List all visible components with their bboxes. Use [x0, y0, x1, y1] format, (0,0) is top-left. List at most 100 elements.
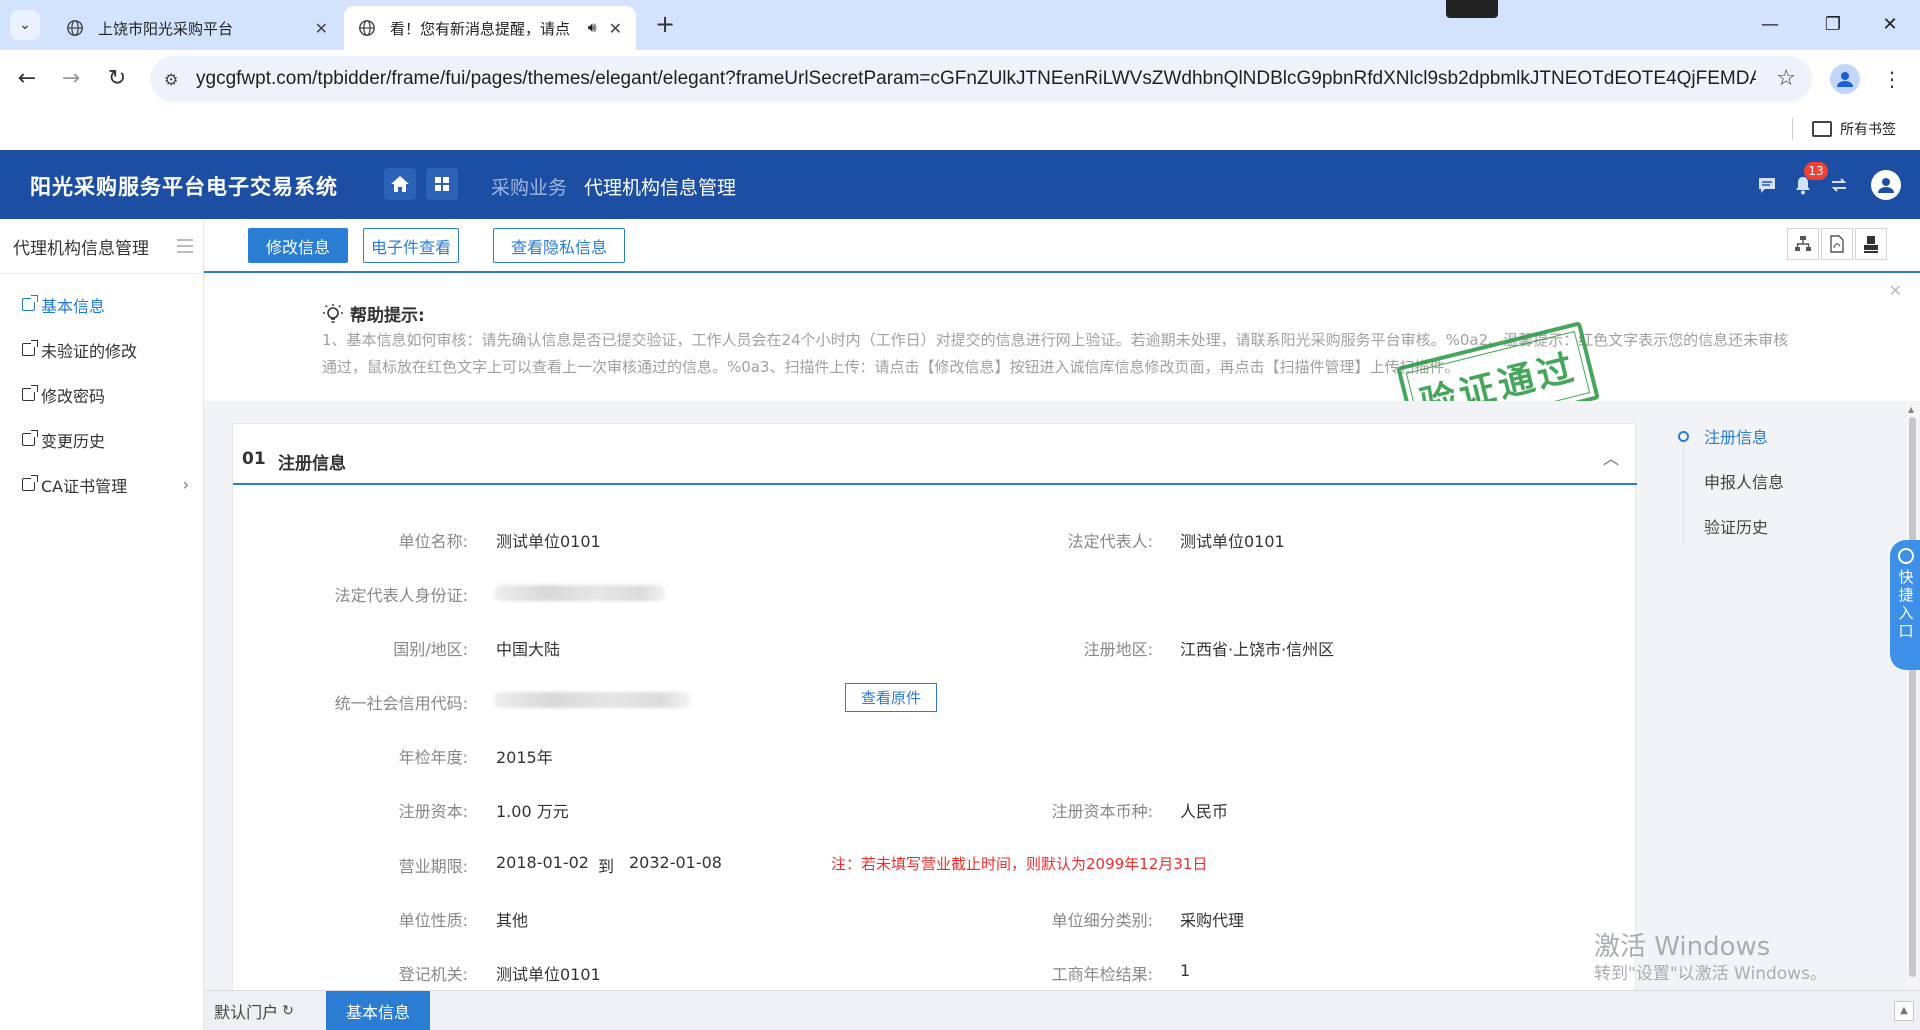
anchor-applicant-info[interactable]: 申报人信息 [1704, 469, 1784, 493]
help-tip-panel: ✕ 帮助提示: 1、基本信息如何审核：请先确认信息是否已提交验证，工作人员会在2… [204, 273, 1920, 401]
field-label: 统一社会信用代码: [334, 694, 468, 713]
all-bookmarks-label: 所有书签 [1840, 122, 1896, 138]
forward-button[interactable]: → [56, 64, 86, 94]
inspect-year-value: 2015年 [496, 748, 553, 767]
sidebar-header: 代理机构信息管理 [0, 219, 203, 274]
tab-search-button[interactable]: ⌄ [10, 10, 40, 40]
sidebar-item-change-history[interactable]: 变更历史 [0, 417, 203, 462]
sidebar-item-label: 修改密码 [41, 386, 106, 406]
active-dot-icon [1678, 431, 1689, 442]
window-close-button[interactable]: ✕ [1870, 10, 1910, 40]
external-link-icon [22, 475, 38, 491]
field-label: 单位名称: [398, 532, 468, 551]
restore-button[interactable]: ❐ [1813, 10, 1853, 40]
vertical-scrollbar[interactable]: ▲ [1907, 405, 1918, 985]
reg-capital-value: 1.00 万元 [496, 802, 569, 821]
close-icon[interactable]: ✕ [315, 19, 328, 38]
home-icon [391, 176, 409, 192]
refresh-icon[interactable]: ↻ [282, 1003, 294, 1019]
external-link-icon [22, 295, 38, 311]
edit-info-button[interactable]: 修改信息 [248, 228, 348, 263]
address-toolbar: ← → ↻ ⚙ ygcgfwpt.com/tpbidder/frame/fui/… [0, 50, 1920, 108]
lightbulb-icon [323, 303, 343, 323]
tab-default-portal[interactable]: 默认门户 ↻ [204, 991, 304, 1030]
compass-icon [1898, 548, 1914, 564]
expand-icon[interactable]: ▲ [1894, 1001, 1914, 1021]
field-label: 登记机关: [398, 965, 468, 984]
tab-title: 看！您有新消息提醒，请点 [390, 19, 571, 38]
reg-region-value: 江西省·上饶市·信州区 [1180, 640, 1335, 659]
nav-procurement[interactable]: 采购业务 [491, 173, 567, 200]
field-label: 国别/地区: [393, 640, 468, 659]
view-privacy-button[interactable]: 查看隐私信息 [493, 228, 625, 263]
url-text[interactable]: ygcgfwpt.com/tpbidder/frame/fui/pages/th… [196, 68, 1756, 90]
sidebar-item-label: 基本信息 [41, 296, 106, 316]
section-header[interactable]: 01 注册信息 ︿ [233, 424, 1637, 485]
home-button[interactable] [384, 168, 416, 200]
scroll-up-icon[interactable]: ▲ [1908, 405, 1914, 414]
globe-icon [67, 20, 83, 36]
help-tip-heading: 帮助提示: [350, 306, 425, 326]
masked-credit-code-value [494, 692, 690, 708]
stamp-tool-icon [1864, 236, 1878, 253]
menu-collapse-icon[interactable] [177, 239, 193, 257]
user-avatar[interactable] [1871, 170, 1901, 200]
view-original-button[interactable]: 查看原件 [845, 683, 937, 712]
globe-icon [359, 20, 375, 36]
masked-id-value [494, 585, 666, 601]
windows-activation-title: 激活 Windows [1594, 932, 1771, 962]
minimize-button[interactable]: — [1750, 10, 1790, 40]
scrollbar-thumb[interactable] [1909, 417, 1916, 977]
profile-avatar[interactable] [1830, 64, 1860, 94]
field-label: 单位性质: [398, 911, 468, 930]
chevron-up-icon[interactable]: ︿ [1603, 445, 1619, 469]
sidebar-item-unverified-changes[interactable]: 未验证的修改 [0, 327, 203, 372]
field-label: 注册资本: [398, 802, 468, 821]
sidebar-item-basic-info[interactable]: 基本信息 [0, 282, 203, 327]
all-bookmarks-button[interactable]: 所有书签 [1812, 116, 1896, 142]
field-label: 工商年检结果: [1051, 965, 1153, 984]
browser-tab-strip: ⌄ 上饶市阳光采购平台 ✕ 看！您有新消息提醒，请点 🔊︎ ✕ + — ❐ ✕ [0, 0, 1920, 50]
browser-tab-1[interactable]: 上饶市阳光采购平台 ✕ [52, 6, 342, 50]
switch-button[interactable] [1826, 172, 1852, 198]
chevron-right-icon: › [182, 475, 189, 494]
quick-entry-button[interactable]: 快捷入口 [1890, 540, 1920, 670]
person-icon [1837, 72, 1853, 87]
divider [1683, 434, 1684, 544]
external-link-icon [22, 430, 38, 446]
anchor-verify-history[interactable]: 验证历史 [1704, 514, 1768, 538]
back-button[interactable]: ← [12, 64, 42, 94]
message-button[interactable] [1754, 172, 1780, 198]
sidebar-item-change-password[interactable]: 修改密码 [0, 372, 203, 417]
browser-tab-2[interactable]: 看！您有新消息提醒，请点 🔊︎ ✕ [344, 6, 636, 50]
url-bar[interactable]: ⚙ ygcgfwpt.com/tpbidder/frame/fui/pages/… [150, 56, 1812, 102]
reload-button[interactable]: ↻ [102, 64, 132, 94]
windows-activation-subtitle: 转到"设置"以激活 Windows。 [1594, 964, 1827, 984]
efile-view-button[interactable]: 电子件查看 [363, 228, 459, 263]
browser-menu-button[interactable]: ⋮ [1882, 64, 1902, 94]
close-icon[interactable]: ✕ [609, 19, 622, 38]
switch-icon [1831, 178, 1847, 192]
pdf-export-button[interactable] [1821, 228, 1853, 260]
apps-button[interactable] [426, 168, 458, 200]
bookmark-star-icon[interactable]: ☆ [1776, 66, 1796, 91]
print-button[interactable] [1855, 228, 1887, 260]
speaker-icon[interactable]: 🔊︎ [588, 20, 597, 36]
sidebar-item-ca-cert[interactable]: CA证书管理 › [0, 462, 203, 507]
unit-name-value: 测试单位0101 [496, 532, 601, 551]
tab-basic-info[interactable]: 基本信息 [326, 991, 430, 1030]
new-tab-button[interactable]: + [650, 10, 680, 40]
biz-start-value: 2018-01-02 [496, 853, 589, 872]
annual-result-value: 1 [1180, 961, 1191, 980]
anchor-registration-info[interactable]: 注册信息 [1704, 424, 1768, 448]
user-icon [1878, 178, 1894, 193]
field-label: 注册地区: [1083, 640, 1153, 659]
close-icon[interactable]: ✕ [1889, 281, 1902, 300]
nav-agency-info[interactable]: 代理机构信息管理 [584, 173, 736, 200]
pdf-icon [1830, 235, 1844, 253]
org-chart-button[interactable] [1787, 228, 1819, 260]
notification-badge: 13 [1804, 162, 1828, 180]
site-settings-icon[interactable]: ⚙ [164, 70, 184, 89]
reg-authority-value: 测试单位0101 [496, 965, 601, 984]
date-range-separator: 到 [598, 857, 615, 876]
